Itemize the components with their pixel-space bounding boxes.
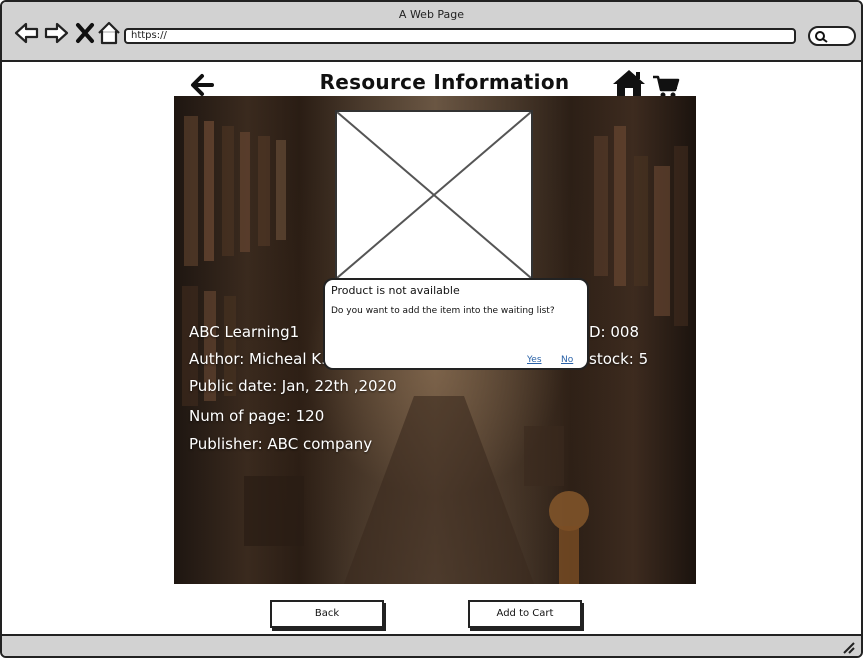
dialog-message: Do you want to add the item into the wai… — [331, 306, 555, 316]
resource-id: D: 008 — [589, 323, 640, 341]
browser-window: A Web Page https:// Resource Information — [0, 0, 863, 658]
resize-grip-icon[interactable] — [841, 640, 855, 654]
browser-titlebar: A Web Page https:// — [2, 2, 861, 62]
back-arrow-icon[interactable] — [190, 72, 216, 98]
back-button[interactable]: Back — [270, 600, 384, 628]
browser-back-icon[interactable] — [14, 20, 40, 46]
dialog-no-link[interactable]: No — [561, 355, 573, 365]
status-bar — [2, 634, 861, 656]
browser-search-field[interactable] — [808, 26, 856, 46]
url-bar[interactable]: https:// — [124, 28, 796, 44]
resource-image-placeholder — [335, 110, 533, 280]
dialog-yes-link[interactable]: Yes — [527, 355, 542, 365]
unavailable-dialog: Product is not available Do you want to … — [323, 278, 589, 370]
window-title: A Web Page — [398, 8, 465, 21]
resource-publisher: Publisher: ABC company — [189, 435, 373, 453]
resource-num-pages: Num of page: 120 — [189, 407, 325, 425]
add-to-cart-button[interactable]: Add to Cart — [468, 600, 582, 628]
resource-public-date: Public date: Jan, 22th ,2020 — [189, 377, 397, 395]
dialog-title: Product is not available — [331, 284, 460, 297]
resource-stock: stock: 5 — [589, 350, 649, 368]
search-icon — [815, 31, 828, 43]
browser-forward-icon[interactable] — [43, 20, 69, 46]
page-title: Resource Information — [319, 70, 570, 94]
browser-close-icon[interactable] — [72, 20, 98, 46]
resource-author: Author: Micheal K. — [189, 350, 326, 368]
resource-name: ABC Learning1 — [189, 323, 300, 341]
browser-home-icon[interactable] — [96, 20, 122, 46]
